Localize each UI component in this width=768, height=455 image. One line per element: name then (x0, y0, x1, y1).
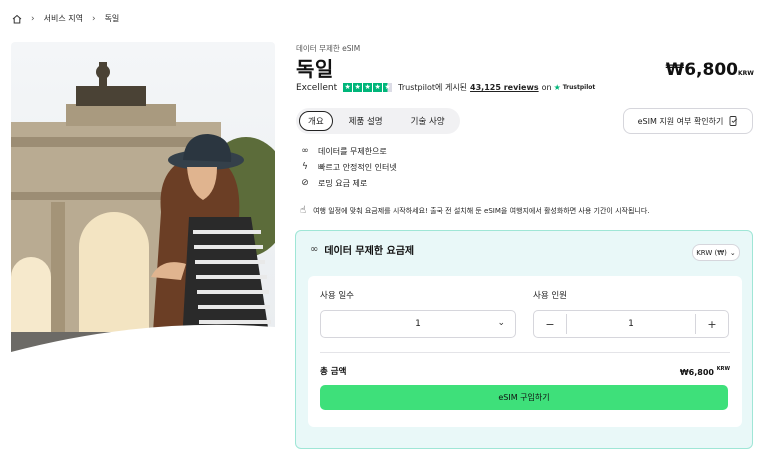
total-value: ₩6,800 (679, 368, 714, 377)
no-roaming-icon: ⊘ (301, 178, 309, 188)
plan-form: 사용 일수 사용 인원 1 ⌄ − 1 + 총 금액 ₩6,800 KRW eS… (308, 276, 742, 427)
star-icon: ★ (353, 83, 363, 92)
notice-text: 여행 일정에 맞춰 요금제를 시작하세요! 출국 전 설치해 둔 eSIM을 여… (313, 206, 650, 215)
product-tabs: 개요 제품 설명 기술 사양 (296, 108, 460, 134)
feature-item: ⊘ 로밍 요금 제로 (300, 175, 397, 191)
total-label: 총 금액 (320, 367, 347, 377)
chevron-down-icon: ⌄ (497, 318, 505, 328)
people-label: 사용 인원 (533, 291, 567, 301)
rating-stars: ★ ★ ★ ★ ★ (343, 83, 393, 92)
rating-posted-on: Trustpilot에 게시된 (398, 83, 468, 92)
feature-item: ∞ 데이터를 무제한으로 (300, 143, 397, 159)
feature-list: ∞ 데이터를 무제한으로 ϟ 빠르고 안정적인 인터넷 ⊘ 로밍 요금 제로 (300, 143, 397, 191)
plan-header: ∞ 데이터 무제한 요금제 (310, 242, 414, 257)
chevron-right-icon: › (91, 13, 96, 24)
rating-on: on (541, 83, 552, 92)
chevron-down-icon: ⌄ (729, 248, 736, 257)
reviews-link[interactable]: 43,125 reviews (470, 83, 539, 92)
tap-hand-icon: ☝ (300, 205, 307, 216)
tab-specs[interactable]: 기술 사양 (399, 111, 457, 131)
currency-select[interactable]: KRW (₩) ⌄ (692, 244, 740, 261)
breadcrumb: › 서비스 지역 › 독일 (12, 13, 119, 24)
feature-label: 빠르고 안정적인 인터넷 (318, 162, 397, 172)
activation-notice: ☝ 여행 일정에 맞춰 요금제를 시작하세요! 출국 전 설치해 둔 eSIM을… (300, 205, 650, 216)
days-select[interactable]: 1 ⌄ (320, 310, 516, 338)
plus-button[interactable]: + (696, 318, 728, 331)
divider (320, 352, 730, 353)
tab-overview[interactable]: 개요 (299, 111, 333, 131)
tab-description[interactable]: 제품 설명 (337, 111, 395, 131)
currency-select-value: KRW (₩) (696, 248, 727, 257)
trustpilot-rating: Excellent ★ ★ ★ ★ ★ Trustpilot에 게시된 43,1… (296, 82, 595, 93)
minus-button[interactable]: − (534, 318, 566, 331)
days-select-value: 1 (415, 319, 421, 329)
product-price: ₩6,800 (665, 60, 738, 80)
breadcrumb-item-service-area[interactable]: 서비스 지역 (44, 13, 83, 24)
check-compatibility-label: eSIM 지원 여부 확인하기 (637, 116, 724, 126)
days-label: 사용 일수 (320, 291, 354, 301)
price-currency: KRW (738, 70, 754, 77)
trustpilot-star-icon: ★ (553, 83, 561, 92)
lightning-icon: ϟ (302, 162, 308, 172)
page-title: 독일 (296, 57, 334, 81)
check-compatibility-button[interactable]: eSIM 지원 여부 확인하기 (623, 108, 753, 134)
home-icon[interactable] (12, 14, 22, 24)
rating-label: Excellent (296, 82, 338, 93)
chevron-right-icon: › (31, 13, 35, 24)
infinity-icon: ∞ (301, 146, 309, 156)
feature-label: 데이터를 무제한으로 (318, 146, 387, 156)
total-currency: KRW (716, 366, 730, 372)
trustpilot-logo: Trustpilot (562, 84, 596, 91)
plan-title: 데이터 무제한 요금제 (324, 246, 415, 257)
feature-label: 로밍 요금 제로 (318, 178, 368, 188)
infinity-icon: ∞ (310, 244, 319, 255)
half-star-icon: ★ (383, 83, 393, 92)
star-icon: ★ (343, 83, 353, 92)
buy-esim-button[interactable]: eSIM 구입하기 (320, 385, 728, 410)
phone-check-icon (729, 116, 738, 126)
people-stepper-value[interactable]: 1 (566, 314, 696, 334)
breadcrumb-item-current: 독일 (104, 14, 120, 23)
people-stepper: − 1 + (533, 310, 729, 338)
feature-item: ϟ 빠르고 안정적인 인터넷 (300, 159, 397, 175)
hero-image (11, 42, 275, 360)
star-icon: ★ (363, 83, 373, 92)
plan-card: ∞ 데이터 무제한 요금제 KRW (₩) ⌄ 사용 일수 사용 인원 1 ⌄ … (295, 230, 753, 449)
star-icon: ★ (373, 83, 383, 92)
